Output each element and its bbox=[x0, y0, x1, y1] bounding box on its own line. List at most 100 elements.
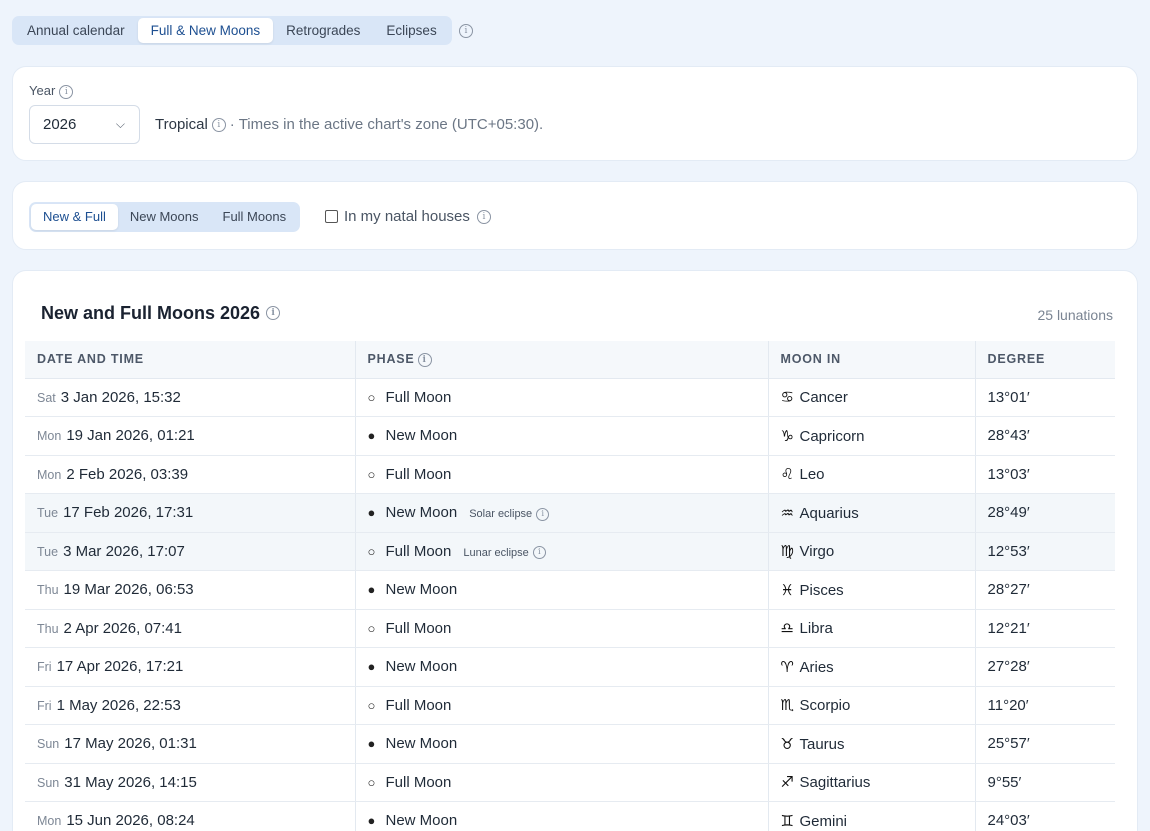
sign-name: Capricorn bbox=[799, 427, 865, 445]
date-cell: Thu 19 Mar 2026, 06:53 bbox=[25, 570, 356, 610]
date-cell: Sat 3 Jan 2026, 15:32 bbox=[25, 378, 356, 417]
header-phase[interactable]: PHASE i bbox=[355, 341, 769, 379]
date-cell: Mon 19 Jan 2026, 01:21 bbox=[25, 416, 356, 456]
info-icon[interactable]: i bbox=[532, 546, 546, 560]
sign-cell: ♊ Gemini bbox=[768, 801, 976, 831]
header-date-time[interactable]: DATE AND TIME bbox=[25, 341, 356, 379]
sign-cell: ♓ Pisces bbox=[768, 570, 976, 610]
phase-name: New Moon bbox=[385, 735, 458, 753]
table-row[interactable]: Thu 19 Mar 2026, 06:53 ● New Moon ♓ Pisces 28°… bbox=[25, 570, 1115, 610]
table-row[interactable]: Sun 31 May 2026, 14:15 ○ Full Moon ♐ Sagittar… bbox=[25, 763, 1115, 802]
degree-cell: 13°03′ bbox=[975, 455, 1115, 494]
chevron-down-icon: ⌵ bbox=[115, 117, 125, 131]
table-row[interactable]: Fri 17 Apr 2026, 17:21 ● New Moon ♈ Aries 27°2… bbox=[25, 647, 1115, 687]
degree-cell: 9°55′ bbox=[975, 763, 1115, 802]
zodiac-sign-icon: ♋ bbox=[780, 388, 794, 407]
info-icon[interactable]: i bbox=[266, 305, 281, 320]
full-moon-icon: ○ bbox=[367, 697, 376, 713]
new-moon-icon: ● bbox=[367, 505, 376, 521]
year-label-text: Year bbox=[29, 83, 56, 98]
zodiac-sign-icon: ♎ bbox=[780, 619, 794, 638]
day-of-week: Thu bbox=[37, 583, 59, 598]
phase-name: New Moon bbox=[385, 812, 458, 830]
sign-cell: ♒ Aquarius bbox=[768, 493, 976, 533]
tab-annual-calendar[interactable]: Annual calendar bbox=[14, 18, 138, 43]
zodiac-sign-icon: ♌ bbox=[780, 465, 794, 484]
table-row[interactable]: Tue 3 Mar 2026, 17:07 ○ Full Moon Lunar ecli… bbox=[25, 532, 1115, 571]
info-icon[interactable]: i bbox=[59, 84, 74, 99]
table-title-text: New and Full Moons 2026 bbox=[41, 303, 261, 323]
tab-new-moons[interactable]: New Moons bbox=[118, 204, 211, 230]
sign-name: Aries bbox=[799, 658, 834, 676]
degree-cell: 12°53′ bbox=[975, 532, 1115, 571]
natal-houses-label: In my natal houses bbox=[344, 208, 470, 225]
header-degree[interactable]: DEGREE bbox=[975, 341, 1115, 379]
day-of-week: Sun bbox=[37, 775, 60, 790]
lunations-table-card: New and Full Moons 2026 i 25 lunations DA… bbox=[12, 270, 1138, 831]
info-icon[interactable]: i bbox=[459, 24, 473, 38]
phase-cell: ● New Moon bbox=[355, 570, 769, 610]
day-of-week: Sat bbox=[37, 390, 56, 405]
year-select[interactable]: 2026 ⌵ bbox=[29, 105, 140, 144]
degree-cell: 13°01′ bbox=[975, 378, 1115, 417]
sign-name: Virgo bbox=[799, 543, 835, 561]
tab-eclipses[interactable]: Eclipses bbox=[373, 18, 449, 43]
tab-new-and-full[interactable]: New & Full bbox=[31, 204, 118, 230]
phase-name: Full Moon bbox=[385, 773, 452, 791]
table-row[interactable]: Mon 2 Feb 2026, 03:39 ○ Full Moon ♌ Leo 13°03′ bbox=[25, 455, 1115, 494]
date-cell: Sun 17 May 2026, 01:31 bbox=[25, 724, 356, 764]
table-row[interactable]: Tue 17 Feb 2026, 17:31 ● New Moon Solar ecli… bbox=[25, 493, 1115, 533]
table-row[interactable]: Sat 3 Jan 2026, 15:32 ○ Full Moon ♋ Cancer 13°… bbox=[25, 378, 1115, 417]
full-moon-icon: ○ bbox=[367, 466, 376, 482]
date-time: 2 Apr 2026, 07:41 bbox=[63, 619, 182, 637]
table-row[interactable]: Mon 15 Jun 2026, 08:24 ● New Moon ♊ Gemini 24°… bbox=[25, 801, 1115, 831]
eclipse-label: Lunar eclipse bbox=[463, 546, 529, 559]
sign-cell: ♏ Scorpio bbox=[768, 686, 976, 725]
phase-name: Full Moon bbox=[385, 542, 452, 560]
table-body: Sat 3 Jan 2026, 15:32 ○ Full Moon ♋ Cancer 13°… bbox=[25, 378, 1115, 831]
date-time: 15 Jun 2026, 08:24 bbox=[66, 812, 195, 830]
natal-houses-toggle[interactable]: In my natal houses i bbox=[325, 208, 491, 225]
header-moon-in[interactable]: MOON IN bbox=[768, 341, 976, 379]
tab-full-moons[interactable]: Full Moons bbox=[211, 204, 299, 230]
date-time: 3 Jan 2026, 15:32 bbox=[60, 388, 181, 406]
degree-cell: 28°27′ bbox=[975, 570, 1115, 610]
date-cell: Mon 2 Feb 2026, 03:39 bbox=[25, 455, 356, 494]
table-row[interactable]: Sun 17 May 2026, 01:31 ● New Moon ♉ Taurus 25°… bbox=[25, 724, 1115, 764]
zodiac-sign-icon: ♈ bbox=[780, 657, 794, 676]
phase-filter-card: New & Full New Moons Full Moons In my na… bbox=[12, 181, 1138, 250]
full-moon-icon: ○ bbox=[367, 543, 376, 559]
date-time: 1 May 2026, 22:53 bbox=[56, 696, 181, 714]
day-of-week: Mon bbox=[37, 467, 62, 482]
phase-name: New Moon bbox=[385, 581, 458, 599]
natal-houses-checkbox[interactable] bbox=[325, 210, 338, 223]
degree-cell: 27°28′ bbox=[975, 647, 1115, 687]
table-title: New and Full Moons 2026 i bbox=[41, 303, 281, 324]
zodiac-sign-icon: ♑ bbox=[780, 426, 794, 445]
info-icon[interactable]: i bbox=[476, 209, 491, 224]
phase-cell: ○ Full Moon bbox=[355, 455, 769, 494]
header-phase-label: PHASE bbox=[367, 351, 415, 366]
table-row[interactable]: Mon 19 Jan 2026, 01:21 ● New Moon ♑ Capricorn… bbox=[25, 416, 1115, 456]
new-moon-icon: ● bbox=[367, 659, 376, 675]
tab-full-new-moons[interactable]: Full & New Moons bbox=[137, 18, 274, 43]
date-time: 17 May 2026, 01:31 bbox=[64, 735, 197, 753]
sign-cell: ♎ Libra bbox=[768, 609, 976, 648]
zodiac-sign-icon: ♊ bbox=[780, 811, 794, 830]
date-time: 17 Feb 2026, 17:31 bbox=[63, 504, 194, 522]
table-row[interactable]: Thu 2 Apr 2026, 07:41 ○ Full Moon ♎ Libra 12°2… bbox=[25, 609, 1115, 648]
date-cell: Fri 1 May 2026, 22:53 bbox=[25, 686, 356, 725]
degree-cell: 25°57′ bbox=[975, 724, 1115, 764]
date-cell: Thu 2 Apr 2026, 07:41 bbox=[25, 609, 356, 648]
info-icon[interactable]: i bbox=[417, 352, 432, 367]
new-moon-icon: ● bbox=[367, 736, 376, 752]
tab-retrogrades[interactable]: Retrogrades bbox=[273, 18, 373, 43]
date-time: 19 Jan 2026, 01:21 bbox=[66, 427, 195, 445]
day-of-week: Mon bbox=[37, 814, 62, 829]
lunation-count: 25 lunations bbox=[1037, 307, 1113, 323]
info-icon[interactable]: i bbox=[211, 118, 226, 133]
table-row[interactable]: Fri 1 May 2026, 22:53 ○ Full Moon ♏ Scorpio 11… bbox=[25, 686, 1115, 725]
info-icon[interactable]: i bbox=[536, 507, 550, 521]
phase-name: Full Moon bbox=[385, 696, 452, 714]
phase-name: New Moon bbox=[385, 504, 458, 522]
